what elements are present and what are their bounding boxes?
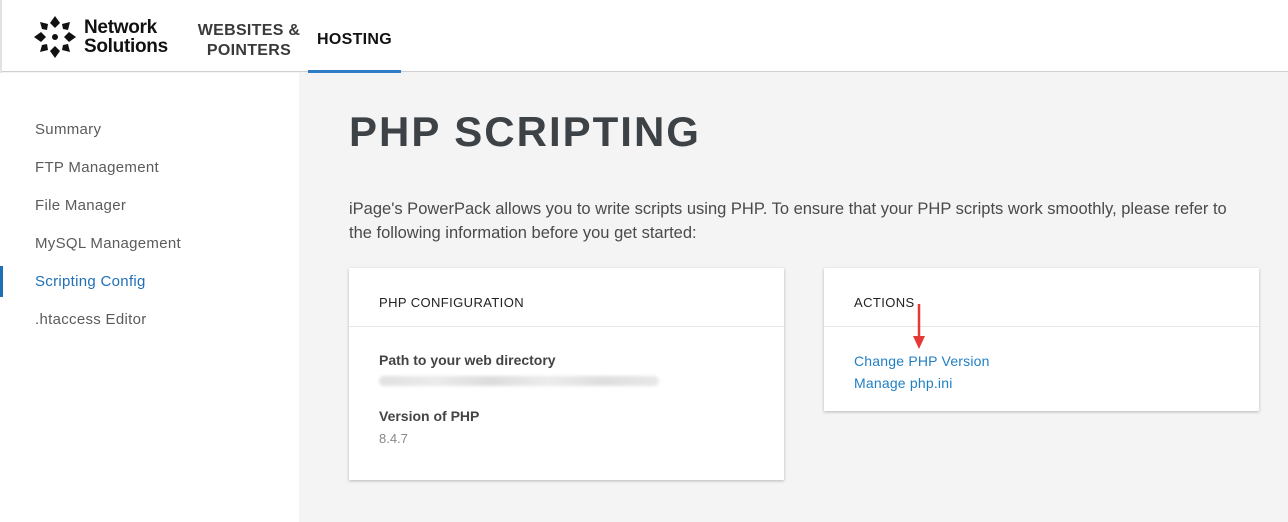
- php-configuration-header: PHP CONFIGURATION: [349, 268, 784, 327]
- sidebar-item-htaccess-editor[interactable]: .htaccess Editor: [35, 311, 147, 328]
- red-arrow-annotation: [913, 304, 925, 349]
- actions-card: ACTIONS Change PHP Version Manage php.in…: [824, 268, 1259, 411]
- actions-header: ACTIONS: [824, 268, 1259, 327]
- sidebar-item-summary[interactable]: Summary: [35, 121, 101, 138]
- sidebar-item-mysql-management[interactable]: MySQL Management: [35, 235, 181, 252]
- nav-hosting-label: HOSTING: [317, 31, 392, 48]
- sidebar: Summary FTP Management File Manager MySQ…: [0, 73, 299, 522]
- logo-line-2: Solutions: [84, 36, 168, 57]
- nav-websites-line-2: POINTERS: [206, 42, 292, 59]
- nav-hosting[interactable]: HOSTING: [308, 0, 401, 73]
- nav-active-underline: [308, 70, 401, 73]
- logo-line-1: Network: [84, 17, 157, 38]
- version-value: 8.4.7: [379, 431, 408, 446]
- sidebar-active-indicator: [0, 266, 3, 297]
- top-navigation-bar: Network Solutions WEBSITES & POINTERS HO…: [0, 0, 1288, 522]
- logo-wordmark: Network Solutions: [84, 18, 168, 56]
- network-solutions-logo-icon: [34, 16, 76, 58]
- php-configuration-card: PHP CONFIGURATION Path to your web direc…: [349, 268, 784, 480]
- path-value-redacted: [379, 376, 659, 386]
- sidebar-item-scripting-config[interactable]: Scripting Config: [35, 273, 146, 290]
- nav-websites-line-1: WEBSITES &: [197, 22, 301, 39]
- network-solutions-logo[interactable]: Network Solutions: [32, 14, 168, 60]
- change-php-version-link[interactable]: Change PHP Version: [854, 353, 990, 369]
- manage-php-ini-link[interactable]: Manage php.ini: [854, 375, 953, 391]
- page-title: PHP SCRIPTING: [349, 108, 701, 155]
- version-label: Version of PHP: [379, 408, 480, 424]
- sidebar-item-ftp-management[interactable]: FTP Management: [35, 159, 159, 176]
- intro-text: iPage's PowerPack allows you to write sc…: [349, 200, 1227, 242]
- path-label: Path to your web directory: [379, 352, 556, 368]
- nav-websites-pointers[interactable]: WEBSITES & POINTERS: [193, 21, 305, 61]
- sidebar-item-file-manager[interactable]: File Manager: [35, 197, 126, 214]
